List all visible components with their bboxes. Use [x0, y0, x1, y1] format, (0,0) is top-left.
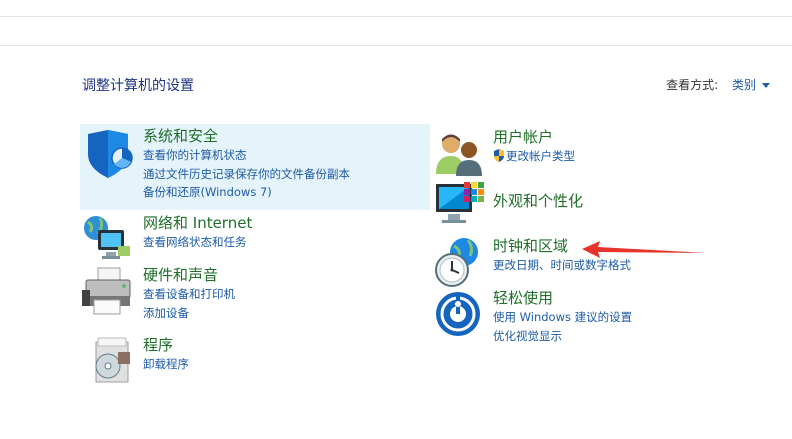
category-title[interactable]: 轻松使用	[493, 288, 632, 308]
category-title[interactable]: 用户帐户	[493, 127, 575, 147]
ease-of-access-icon	[436, 292, 480, 336]
view-by: 查看方式: 类别	[666, 76, 770, 93]
task-link-label[interactable]: 更改帐户类型	[506, 149, 575, 163]
category-ease-of-access[interactable]: 轻松使用 使用 Windows 建议的设置 优化视觉显示	[432, 288, 732, 344]
divider	[0, 45, 792, 46]
monitor-palette-icon	[436, 182, 484, 223]
task-link[interactable]: 使用 Windows 建议的设置	[493, 308, 632, 327]
task-link[interactable]: 查看网络状态和任务	[143, 233, 252, 252]
task-link[interactable]: 优化视觉显示	[493, 327, 632, 346]
programs-disc-icon	[95, 337, 130, 383]
task-link[interactable]: 卸载程序	[143, 355, 189, 374]
category-system-security[interactable]: 系统和安全 查看你的计算机状态 通过文件历史记录保存你的文件备份副本 备份和还原…	[80, 124, 430, 210]
view-by-label: 查看方式:	[666, 78, 719, 92]
users-icon	[436, 134, 482, 176]
category-title[interactable]: 程序	[143, 335, 189, 355]
printer-icon	[82, 267, 131, 315]
category-network-internet[interactable]: 网络和 Internet 查看网络状态和任务	[80, 212, 430, 262]
category-title[interactable]: 外观和个性化	[493, 191, 583, 211]
shield-icon	[88, 130, 133, 178]
task-link[interactable]: 添加设备	[143, 304, 235, 323]
view-by-dropdown[interactable]: 类别	[732, 78, 756, 92]
red-arrow-annotation	[582, 241, 706, 258]
clock-globe-icon	[435, 238, 478, 287]
task-link[interactable]: 备份和还原(Windows 7)	[143, 183, 350, 202]
category-hardware-sound[interactable]: 硬件和声音 查看设备和打印机 添加设备	[80, 264, 430, 324]
chevron-down-icon[interactable]	[762, 83, 770, 88]
task-link[interactable]: 查看你的计算机状态	[143, 146, 350, 165]
category-user-accounts[interactable]: 用户帐户 更改帐户类型	[432, 126, 732, 176]
task-link[interactable]: 通过文件历史记录保存你的文件备份副本	[143, 165, 350, 184]
category-title[interactable]: 硬件和声音	[143, 265, 235, 285]
category-title[interactable]: 网络和 Internet	[143, 213, 252, 233]
uac-shield-icon	[494, 149, 504, 162]
address-bar-area	[0, 0, 792, 46]
task-link[interactable]: 查看设备和打印机	[143, 285, 235, 304]
category-programs[interactable]: 程序 卸载程序	[80, 334, 430, 384]
divider	[0, 16, 792, 17]
network-globe-icon	[84, 216, 130, 259]
category-title[interactable]: 系统和安全	[143, 126, 350, 146]
page-title: 调整计算机的设置	[82, 78, 194, 94]
category-appearance[interactable]: 外观和个性化	[432, 180, 732, 230]
task-link[interactable]: 更改帐户类型	[493, 147, 575, 166]
